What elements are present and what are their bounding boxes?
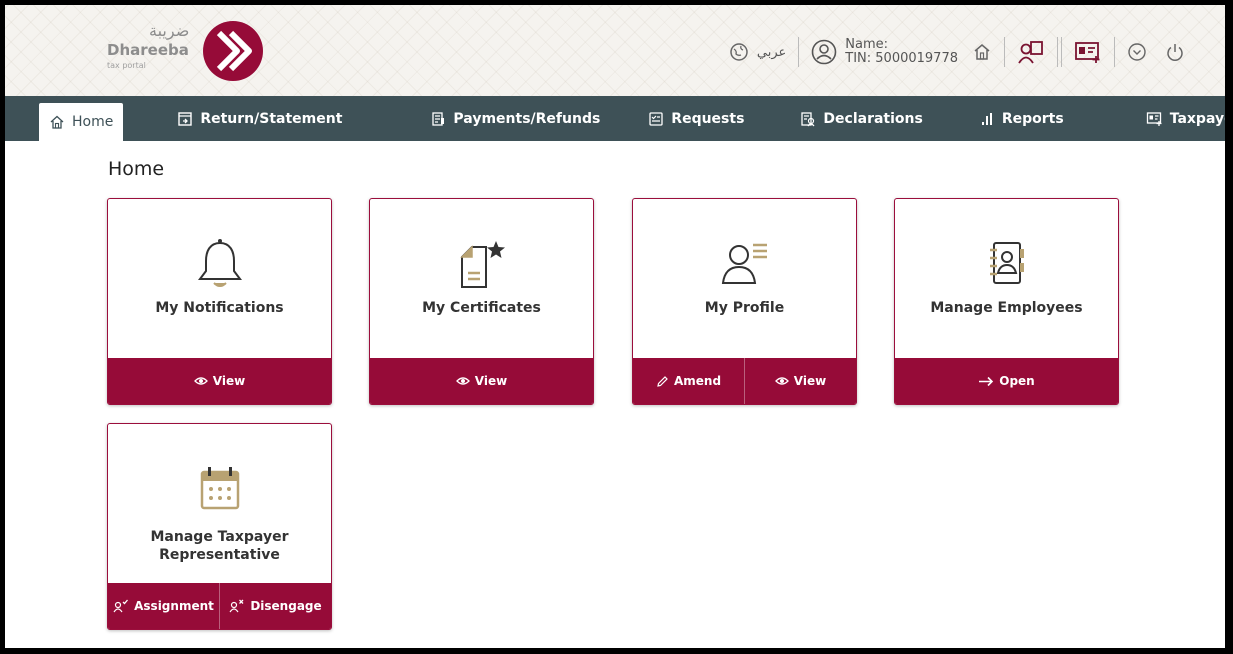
- card-title-line: Representative: [159, 547, 280, 563]
- nav-label: Reports: [1001, 110, 1064, 127]
- amend-button[interactable]: Amend: [633, 358, 744, 404]
- payments-icon: [432, 111, 445, 126]
- dhareeba-logo[interactable]: ضريبة Dhareeba tax portal: [105, 19, 265, 83]
- view-button[interactable]: View: [108, 358, 331, 404]
- view-button[interactable]: View: [370, 358, 593, 404]
- action-label: Assignment: [134, 599, 214, 613]
- user-avatar-icon[interactable]: [811, 39, 837, 65]
- card-title: Manage Employees: [930, 300, 1083, 316]
- view-button[interactable]: View: [744, 358, 856, 404]
- id-card-icon[interactable]: [1074, 40, 1102, 64]
- card-icon: [370, 237, 593, 293]
- user-tin: TIN: 5000019778: [845, 51, 958, 66]
- card-actions: View: [108, 358, 331, 404]
- eye-icon: [455, 377, 470, 385]
- profile-icon: [721, 243, 767, 284]
- assignment-button[interactable]: Assignment: [108, 583, 219, 629]
- user-x-icon: [229, 599, 244, 613]
- nav-item-home[interactable]: Home: [39, 103, 124, 141]
- nav-item-requests[interactable]: Requests: [648, 96, 744, 141]
- language-switch[interactable]: عربي: [757, 45, 786, 60]
- page-title: Home: [108, 158, 165, 180]
- nav-label: Home: [72, 114, 114, 130]
- action-label: View: [212, 374, 246, 388]
- main-navigation: Home Return/Statement Payments/Refunds R…: [5, 96, 1225, 141]
- nav-label: Return/Statement: [200, 110, 343, 127]
- globe-icon[interactable]: [729, 42, 749, 62]
- power-icon[interactable]: [1165, 42, 1185, 62]
- services-icon: [1146, 111, 1162, 126]
- contacts-book-icon: [989, 242, 1024, 284]
- nav-item-reports[interactable]: Reports: [979, 96, 1064, 141]
- divider: [1114, 37, 1115, 67]
- bell-icon: [197, 239, 242, 287]
- action-label: View: [474, 374, 508, 388]
- nav-item-payments-refunds[interactable]: Payments/Refunds: [430, 96, 600, 141]
- card-icon: [633, 237, 856, 293]
- logo-name: Dhareeba: [107, 41, 189, 59]
- disengage-button[interactable]: Disengage: [219, 583, 331, 629]
- user-book-icon[interactable]: [1017, 38, 1045, 66]
- action-label: Open: [999, 374, 1035, 388]
- card-icon: [108, 462, 331, 518]
- action-label: Amend: [673, 374, 722, 388]
- card-icon: [108, 237, 331, 293]
- nav-label: Requests: [671, 110, 745, 127]
- home-icon[interactable]: [972, 42, 992, 62]
- logo-mark-icon: [203, 21, 263, 81]
- return-icon: [178, 111, 193, 126]
- arrow-right-icon: [979, 376, 994, 386]
- card-my-certificates[interactable]: My Certificates View: [369, 198, 594, 405]
- action-label: View: [793, 374, 827, 388]
- card-actions: View: [370, 358, 593, 404]
- logo-arabic-text: ضريبة: [149, 21, 190, 40]
- nav-label: Taxpayer Services: [1169, 110, 1233, 127]
- app-window: ضريبة Dhareeba tax portal عربي Name: TIN…: [0, 0, 1233, 654]
- declarations-icon: [801, 111, 815, 126]
- divider: [798, 37, 800, 67]
- card-my-profile[interactable]: My Profile Amend View: [632, 198, 857, 405]
- certificate-icon: [459, 241, 505, 288]
- home-icon: [50, 115, 64, 129]
- user-info: Name: TIN: 5000019778: [845, 38, 958, 66]
- card-icon: [895, 237, 1118, 293]
- nav-item-return-statement[interactable]: Return/Statement: [177, 96, 342, 141]
- card-actions: Assignment Disengage: [108, 583, 331, 629]
- card-manage-taxpayer-representative[interactable]: Manage Taxpayer Representative Assignmen…: [107, 423, 332, 630]
- user-name-label: Name:: [845, 37, 888, 52]
- card-manage-employees[interactable]: Manage Employees Open: [894, 198, 1119, 405]
- header: ضريبة Dhareeba tax portal عربي Name: TIN…: [5, 5, 1225, 96]
- chevron-down-icon[interactable]: [1127, 42, 1147, 62]
- user-check-icon: [113, 599, 129, 613]
- card-actions: Open: [895, 358, 1118, 404]
- eye-icon: [774, 377, 789, 385]
- nav-label: Payments/Refunds: [453, 110, 601, 127]
- nav-label: Declarations: [823, 110, 923, 127]
- open-button[interactable]: Open: [895, 358, 1118, 404]
- logo-subtitle: tax portal: [107, 61, 146, 70]
- card-title-line: Manage Taxpayer: [150, 529, 289, 545]
- card-actions: Amend View: [633, 358, 856, 404]
- pencil-icon: [657, 375, 668, 387]
- card-title: My Profile: [704, 300, 785, 316]
- requests-icon: [649, 111, 663, 126]
- card-title: My Notifications: [155, 300, 284, 316]
- card-title: My Certificates: [422, 300, 541, 316]
- card-title: Manage Taxpayer Representative: [108, 528, 331, 564]
- header-toolbar: عربي Name: TIN: 5000019778: [729, 35, 1185, 69]
- reports-icon: [981, 112, 992, 125]
- eye-icon: [193, 377, 208, 385]
- calendar-icon: [200, 467, 239, 510]
- nav-item-taxpayer-services[interactable]: Taxpayer Services: [1146, 96, 1233, 141]
- card-my-notifications[interactable]: My Notifications View: [107, 198, 332, 405]
- action-label: Disengage: [250, 599, 322, 613]
- divider: [1004, 37, 1005, 67]
- divider: [1057, 37, 1062, 67]
- nav-item-declarations[interactable]: Declarations: [800, 96, 923, 141]
